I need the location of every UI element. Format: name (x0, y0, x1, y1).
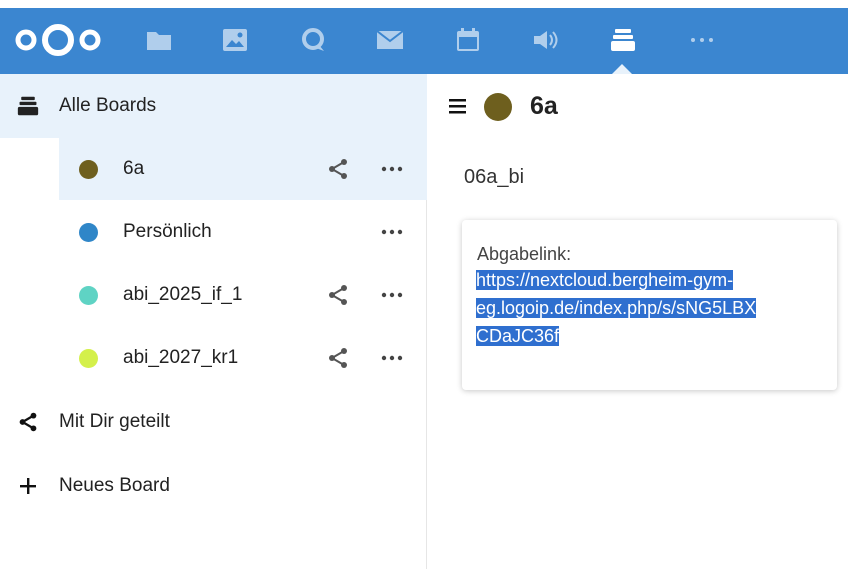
nav-item-shared-with-you[interactable]: Mit Dir geteilt (0, 390, 427, 454)
calendar-icon[interactable] (454, 26, 482, 54)
board-item-persoenlich[interactable]: Persönlich (59, 201, 427, 263)
nav-item-label: Neues Board (59, 475, 170, 496)
board-label: abi_2027_kr1 (123, 347, 239, 368)
nav-item-all-boards[interactable]: Alle Boards (0, 74, 427, 138)
nav-item-label: Mit Dir geteilt (59, 411, 170, 432)
deck-icon[interactable] (609, 26, 637, 54)
board-item-6a[interactable]: 6a (59, 138, 427, 200)
active-app-indicator (612, 64, 632, 74)
board-color-dot (79, 159, 98, 179)
more-apps-icon[interactable] (688, 26, 716, 54)
app-navigation-sidebar: Alle Boards 6a Persönlich abi_2025_if_1 … (0, 74, 427, 569)
board-item-abi-2025-if-1[interactable]: abi_2025_if_1 (59, 264, 427, 326)
card[interactable]: Abgabelink: https://nextcloud.bergheim-g… (462, 220, 837, 390)
nav-item-new-board[interactable]: Neues Board (0, 454, 427, 518)
stack-title[interactable]: 06a_bi (464, 166, 524, 189)
mail-icon[interactable] (376, 26, 404, 54)
board-item-abi-2027-kr1[interactable]: abi_2027_kr1 (59, 327, 427, 389)
share-icon[interactable] (325, 282, 351, 308)
card-link[interactable]: https://nextcloud.bergheim-gym- eg.logoi… (476, 266, 808, 350)
board-label: 6a (123, 158, 145, 179)
image-icon[interactable] (221, 26, 249, 54)
deck-icon (17, 95, 39, 117)
card-label: Abgabelink: (477, 244, 572, 264)
speaker-icon[interactable] (532, 26, 560, 54)
share-icon[interactable] (325, 345, 351, 371)
top-navigation-bar (0, 0, 848, 74)
top-strip (0, 0, 848, 8)
board-label: abi_2025_if_1 (123, 284, 243, 305)
more-actions-icon[interactable] (377, 282, 407, 308)
share-icon[interactable] (325, 156, 351, 182)
board-content: 6a 06a_bi Abgabelink: https://nextcloud.… (428, 74, 848, 569)
menu-toggle-icon[interactable] (448, 96, 468, 116)
plus-icon (17, 475, 39, 497)
share-icon (17, 411, 39, 433)
link-line: CDaJC36f (476, 326, 560, 346)
board-color-dot (79, 222, 98, 242)
board-color-dot (79, 285, 98, 305)
folder-icon[interactable] (145, 26, 173, 54)
link-line: https://nextcloud.bergheim-gym- (476, 270, 734, 290)
more-actions-icon[interactable] (377, 219, 407, 245)
nextcloud-logo-icon[interactable] (14, 20, 102, 60)
nav-item-label: Alle Boards (59, 95, 157, 116)
board-label: Persönlich (123, 221, 212, 242)
link-line: eg.logoip.de/index.php/s/sNG5LBX (476, 298, 757, 318)
board-title: 6a (530, 92, 558, 120)
chat-icon[interactable] (299, 26, 327, 54)
board-color-dot (484, 93, 512, 121)
board-color-dot (79, 348, 98, 368)
more-actions-icon[interactable] (377, 156, 407, 182)
more-actions-icon[interactable] (377, 345, 407, 371)
